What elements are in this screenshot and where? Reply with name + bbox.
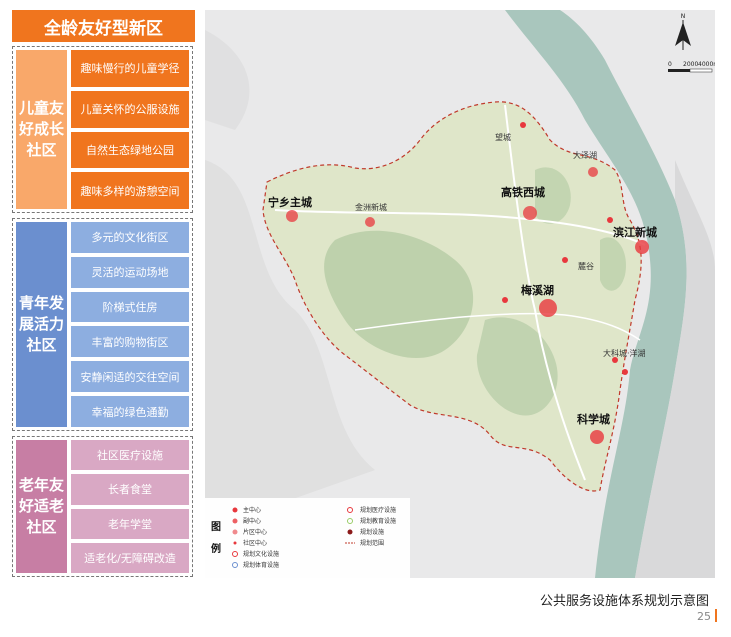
- sub-center-marker: [365, 217, 375, 227]
- map-svg: 宁乡主城 金洲新城 望城 高铁西城 大泽湖 滨江新城 麓谷 梅溪湖 大科城·洋湖…: [205, 10, 715, 578]
- group-item: 儿童关怀的公服设施: [71, 90, 189, 128]
- legend-item: 规划教育设施: [360, 517, 396, 525]
- place-label: 大泽湖: [573, 150, 597, 160]
- legend-item: 社区中心: [243, 539, 267, 547]
- scale-tick: 4000m: [698, 61, 715, 68]
- legend-symbol: [233, 541, 237, 545]
- group-item: 长者食堂: [71, 474, 189, 505]
- legend-symbol: [232, 507, 238, 513]
- group-item: 多元的文化街区: [71, 222, 189, 253]
- group-youth: 青年发展活力社区 多元的文化街区 灵活的运动场地 阶梯式住房 丰富的购物街区 安…: [12, 218, 193, 431]
- group-item: 阶梯式住房: [71, 291, 189, 323]
- main-center-marker: [286, 210, 298, 222]
- group-label-children: 儿童友好成长社区: [16, 50, 67, 209]
- community-center-marker: [520, 122, 526, 128]
- place-label: 望城: [495, 132, 511, 142]
- legend-title-top: 图: [211, 521, 221, 533]
- group-item: 适老化/无障碍改造: [71, 542, 189, 573]
- group-item: 趣味多样的游憩空间: [71, 172, 189, 209]
- place-label: 大科城·洋湖: [603, 348, 646, 358]
- map-legend: 图 例 主中心 副中心 片区中心 社区中心 规划文化设施 规划体育设施 规划医疗…: [205, 498, 410, 578]
- group-item: 灵活的运动场地: [71, 256, 189, 288]
- place-label: 梅溪湖: [521, 283, 554, 297]
- place-label: 滨江新城: [613, 225, 657, 239]
- legend-symbol: [232, 518, 238, 524]
- legend-item: 规划范围: [360, 539, 384, 547]
- community-center-marker: [622, 369, 628, 375]
- community-center-marker: [607, 217, 613, 223]
- legend-item: 片区中心: [243, 528, 267, 536]
- legend-symbol: [232, 529, 238, 535]
- community-center-marker: [562, 257, 568, 263]
- place-label: 高铁西城: [501, 185, 545, 199]
- group-item: 幸福的绿色通勤: [71, 396, 189, 427]
- scale-tick: 2000: [683, 61, 698, 68]
- group-item: 自然生态绿地公园: [71, 131, 189, 169]
- planning-map[interactable]: 宁乡主城 金洲新城 望城 高铁西城 大泽湖 滨江新城 麓谷 梅溪湖 大科城·洋湖…: [205, 10, 715, 578]
- legend-symbol: [347, 529, 353, 535]
- place-label: 科学城: [577, 412, 610, 426]
- group-item: 老年学堂: [71, 508, 189, 539]
- group-elderly: 老年友好适老社区 社区医疗设施 长者食堂 老年学堂 适老化/无障碍改造: [12, 436, 193, 577]
- place-label: 麓谷: [578, 261, 594, 271]
- group-label-elderly: 老年友好适老社区: [16, 440, 67, 573]
- legend-item: 副中心: [243, 517, 261, 525]
- legend-title-bottom: 例: [211, 542, 221, 555]
- legend-item: 规划体育设施: [243, 561, 279, 569]
- group-children: 儿童友好成长社区 趣味慢行的儿童学径 儿童关怀的公服设施 自然生态绿地公园 趣味…: [12, 46, 193, 213]
- main-center-marker: [523, 206, 537, 220]
- group-label-youth: 青年发展活力社区: [16, 222, 67, 427]
- community-center-marker: [502, 297, 508, 303]
- group-item: 社区医疗设施: [71, 440, 189, 471]
- main-center-marker: [635, 240, 649, 254]
- scale-tick: 0: [668, 61, 672, 68]
- legend-item: 规划文化设施: [243, 550, 279, 558]
- legend-item: 规划医疗设施: [360, 506, 396, 514]
- legend-item: 规划设施: [360, 528, 384, 536]
- main-center-marker: [539, 299, 557, 317]
- main-center-marker: [590, 430, 604, 444]
- place-label: 金洲新城: [355, 202, 387, 212]
- map-caption: 公共服务设施体系规划示意图: [539, 594, 709, 609]
- group-item: 安静闲适的交往空间: [71, 361, 189, 393]
- page-number: 25: [697, 610, 711, 623]
- sub-center-marker: [588, 167, 598, 177]
- place-label: 宁乡主城: [268, 195, 312, 209]
- page-title: 全龄友好型新区: [12, 10, 195, 42]
- legend-item: 主中心: [243, 506, 261, 514]
- group-item: 丰富的购物街区: [71, 326, 189, 358]
- page-number-bar: [715, 609, 717, 622]
- svg-text:N: N: [681, 13, 686, 20]
- group-item: 趣味慢行的儿童学径: [71, 50, 189, 87]
